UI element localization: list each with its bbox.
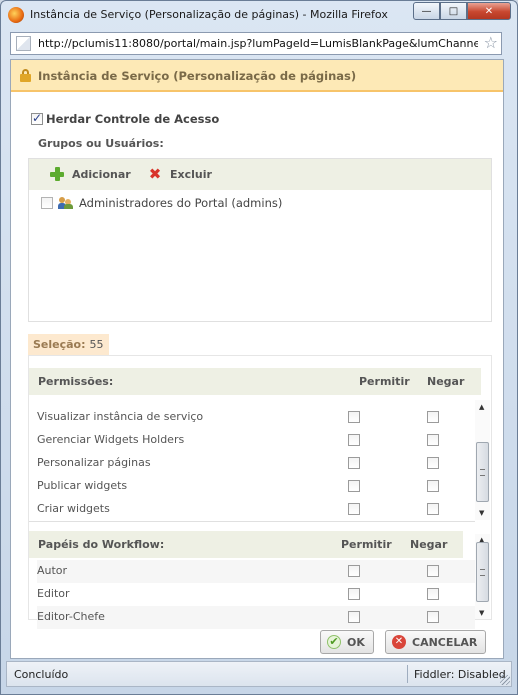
allow-checkbox[interactable] bbox=[348, 457, 360, 469]
scroll-down-icon[interactable]: ▼ bbox=[479, 609, 484, 617]
deny-checkbox[interactable] bbox=[427, 611, 439, 623]
bookmark-star-icon[interactable]: ☆ bbox=[484, 34, 498, 52]
url-text[interactable]: http://pclumis11:8080/portal/main.jsp?lu… bbox=[38, 37, 478, 50]
allow-checkbox[interactable] bbox=[348, 565, 360, 577]
workflow-role-label: Autor bbox=[37, 564, 68, 577]
scroll-thumb[interactable] bbox=[476, 442, 489, 502]
inherit-access-option[interactable]: Herdar Controle de Acesso bbox=[31, 111, 220, 126]
lock-icon bbox=[20, 69, 31, 82]
firefox-icon bbox=[8, 7, 24, 23]
workflow-header: Papéis do Workflow: Permitir Negar bbox=[29, 531, 463, 558]
principal-checkbox[interactable] bbox=[41, 197, 53, 209]
allow-checkbox[interactable] bbox=[348, 588, 360, 600]
principals-toolbar: Adicionar ✖ Excluir bbox=[29, 159, 491, 190]
permissions-panel: Permissões: Permitir Negar Visualizar in… bbox=[28, 355, 492, 629]
workflow-scrollbar[interactable]: ▲ ▼ bbox=[475, 534, 490, 619]
workflow-allow-header: Permitir bbox=[341, 538, 392, 551]
deny-checkbox[interactable] bbox=[427, 457, 439, 469]
permissions-scrollbar[interactable]: ▲ ▼ bbox=[475, 400, 490, 520]
permissions-header-label: Permissões: bbox=[38, 375, 114, 388]
window-title: Instância de Serviço (Personalização de … bbox=[30, 8, 388, 21]
table-row: Visualizar instância de serviço bbox=[37, 406, 477, 429]
permission-label: Gerenciar Widgets Holders bbox=[37, 433, 185, 446]
workflow-header-label: Papéis do Workflow: bbox=[38, 538, 165, 551]
selection-label: Seleção: bbox=[33, 338, 86, 351]
add-label: Adicionar bbox=[72, 167, 131, 181]
delete-x-icon: ✖ bbox=[148, 165, 162, 183]
delete-label: Excluir bbox=[170, 167, 212, 181]
permissions-allow-header: Permitir bbox=[359, 375, 410, 388]
permission-label: Personalizar páginas bbox=[37, 456, 151, 469]
ok-label: OK bbox=[347, 635, 365, 649]
inherit-access-label: Herdar Controle de Acesso bbox=[46, 112, 220, 126]
status-bar: Concluído Fiddler: Disabled bbox=[6, 661, 512, 687]
browser-window: Instância de Serviço (Personalização de … bbox=[0, 0, 518, 695]
users-group-icon bbox=[58, 197, 74, 209]
selection-value: 55 bbox=[89, 338, 104, 351]
permission-label: Visualizar instância de serviço bbox=[37, 410, 204, 423]
principals-list: Adicionar ✖ Excluir Administradores do P… bbox=[28, 158, 492, 322]
fiddler-status[interactable]: Fiddler: Disabled bbox=[414, 668, 506, 681]
section-divider bbox=[29, 521, 475, 522]
delete-button[interactable]: ✖ Excluir bbox=[148, 165, 212, 183]
scroll-up-icon[interactable]: ▲ bbox=[479, 403, 484, 411]
permission-label: Criar widgets bbox=[37, 502, 110, 515]
permissions-header: Permissões: Permitir Negar bbox=[29, 368, 481, 395]
workflow-role-label: Editor-Chefe bbox=[37, 610, 105, 623]
inherit-access-checkbox[interactable] bbox=[31, 111, 43, 125]
checkmark-icon: ✔ bbox=[327, 635, 341, 649]
table-row: Criar widgets bbox=[37, 498, 477, 521]
table-row: Editor-Chefe bbox=[37, 606, 475, 629]
deny-checkbox[interactable] bbox=[427, 434, 439, 446]
close-button[interactable]: ✕ bbox=[467, 2, 511, 20]
title-bar: Instância de Serviço (Personalização de … bbox=[1, 1, 517, 29]
table-row: Publicar widgets bbox=[37, 475, 477, 498]
principal-name: Administradores do Portal (admins) bbox=[79, 196, 283, 210]
address-bar[interactable]: http://pclumis11:8080/portal/main.jsp?lu… bbox=[10, 32, 502, 55]
workflow-role-label: Editor bbox=[37, 587, 70, 600]
allow-checkbox[interactable] bbox=[348, 411, 360, 423]
table-row: Personalizar páginas bbox=[37, 452, 477, 475]
groups-users-label: Grupos ou Usuários: bbox=[38, 137, 164, 150]
deny-checkbox[interactable] bbox=[427, 565, 439, 577]
status-text: Concluído bbox=[14, 668, 69, 681]
workflow-deny-header: Negar bbox=[410, 538, 448, 551]
deny-checkbox[interactable] bbox=[427, 411, 439, 423]
permission-label: Publicar widgets bbox=[37, 479, 128, 492]
list-item[interactable]: Administradores do Portal (admins) bbox=[41, 196, 282, 210]
cancel-button[interactable]: ✕ CANCELAR bbox=[385, 630, 487, 654]
ok-button[interactable]: ✔ OK bbox=[320, 630, 374, 654]
table-row: Autor bbox=[37, 560, 475, 583]
permissions-deny-header: Negar bbox=[427, 375, 465, 388]
deny-checkbox[interactable] bbox=[427, 588, 439, 600]
status-separator bbox=[407, 665, 408, 683]
allow-checkbox[interactable] bbox=[348, 480, 360, 492]
selection-tab: Seleção: 55 bbox=[28, 334, 109, 355]
dialog-title: Instância de Serviço (Personalização de … bbox=[38, 69, 357, 83]
allow-checkbox[interactable] bbox=[348, 503, 360, 515]
page-icon bbox=[16, 36, 31, 51]
dialog-header: Instância de Serviço (Personalização de … bbox=[11, 60, 503, 92]
deny-checkbox[interactable] bbox=[427, 503, 439, 515]
cancel-label: CANCELAR bbox=[412, 635, 478, 649]
dialog: Instância de Serviço (Personalização de … bbox=[10, 59, 504, 659]
plus-icon bbox=[50, 167, 64, 181]
minimize-button[interactable]: — bbox=[413, 2, 440, 20]
allow-checkbox[interactable] bbox=[348, 434, 360, 446]
cancel-icon: ✕ bbox=[392, 635, 406, 649]
add-button[interactable]: Adicionar bbox=[50, 167, 131, 181]
maximize-button[interactable]: □ bbox=[440, 2, 467, 20]
table-row: Gerenciar Widgets Holders bbox=[37, 429, 477, 452]
window-controls: — □ ✕ bbox=[413, 2, 511, 20]
deny-checkbox[interactable] bbox=[427, 480, 439, 492]
table-row: Editor bbox=[37, 583, 475, 606]
scroll-down-icon[interactable]: ▼ bbox=[479, 509, 484, 517]
scroll-thumb[interactable] bbox=[476, 542, 489, 602]
allow-checkbox[interactable] bbox=[348, 611, 360, 623]
resize-grip-icon[interactable] bbox=[500, 675, 510, 685]
